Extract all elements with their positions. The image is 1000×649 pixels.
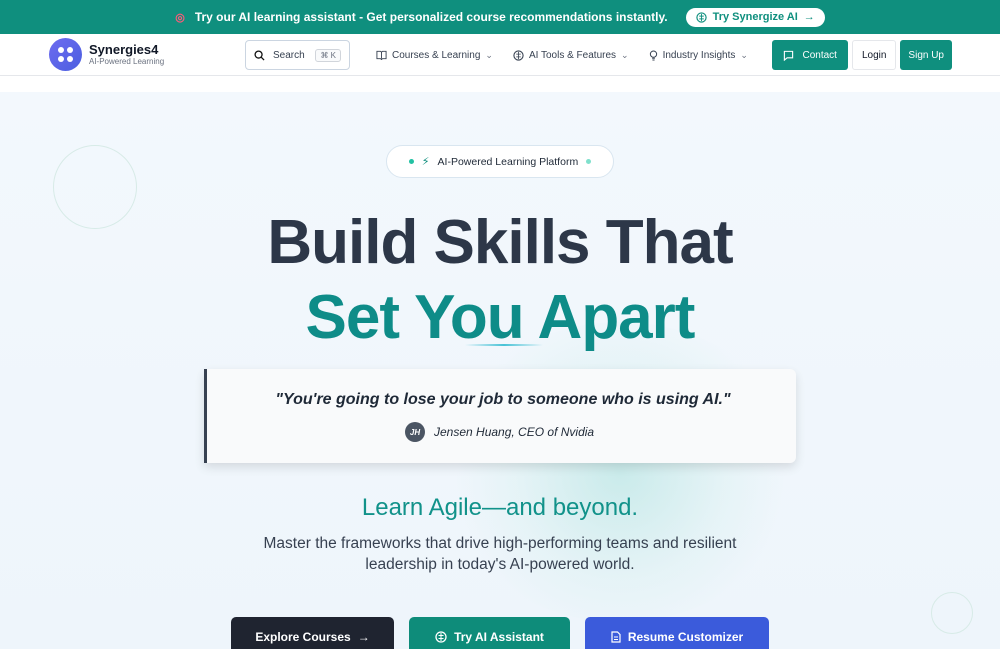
nav-courses-learning[interactable]: Courses & Learning ⌄ [376,50,493,61]
brand-tagline: AI-Powered Learning [89,57,165,66]
search-icon [254,49,265,61]
banner-text: Try our AI learning assistant - Get pers… [194,10,668,24]
hero-title-line2: Set You Apart [305,283,696,352]
ai-icon [695,11,707,23]
platform-badge-label: AI-Powered Learning Platform [437,155,579,168]
decorative-glow [440,322,800,622]
quote-attribution: JH Jensen Huang, CEO of Nvidia [405,422,594,442]
avatar: JH [405,422,425,442]
status-dot [586,159,592,164]
promo-banner: ◎ Try our AI learning assistant - Get pe… [0,0,1000,34]
signup-button[interactable]: Sign Up [900,40,952,70]
nav-label: AI Tools & Features [528,49,617,61]
brand-logo[interactable]: Synergies4 AI-Powered Learning [49,38,164,71]
explore-courses-button[interactable]: Explore Courses → [231,617,394,649]
platform-badge: ⚡︎ AI-Powered Learning Platform [386,145,614,178]
resume-customizer-label: Resume Customizer [627,630,744,644]
resume-customizer-button[interactable]: Resume Customizer [585,617,769,649]
explore-courses-label: Explore Courses [255,630,351,644]
try-synergize-label: Try Synergize AI [712,11,798,23]
try-ai-assistant-label: Try AI Assistant [454,630,544,644]
chevron-down-icon: ⌄ [485,49,493,60]
document-icon [611,631,621,643]
search-button[interactable]: Search ⌘ K [245,40,350,70]
nav-label: Industry Insights [662,49,736,61]
brand-name: Synergies4 [89,42,159,57]
nav-ai-tools[interactable]: AI Tools & Features ⌄ [513,50,629,61]
ai-icon [513,49,524,61]
hero-description: Master the frameworks that drive high-pe… [263,535,737,573]
ai-icon [435,631,447,643]
book-icon [376,50,387,60]
try-ai-assistant-button[interactable]: Try AI Assistant [409,617,570,649]
title-underline [465,344,543,346]
quote-text: "You're going to lose your job to someon… [275,391,731,408]
arrow-right-icon: → [357,630,370,644]
login-button[interactable]: Login [851,40,897,70]
lightbulb-icon [649,50,657,60]
logo-icon [49,38,82,71]
quote-card: "You're going to lose your job to someon… [204,369,796,463]
contact-button[interactable]: Contact [772,40,848,70]
search-shortcut: ⌘ K [315,48,341,62]
nav-industry-insights[interactable]: Industry Insights ⌄ [649,50,748,61]
nav-label: Courses & Learning [392,49,481,61]
chat-icon [784,50,794,61]
hero-title-line1: Build Skills That [267,208,733,277]
hero-section: ⚡︎ AI-Powered Learning Platform Build Sk… [0,92,1000,649]
chevron-down-icon: ⌄ [740,49,748,60]
hero-subtitle: Learn Agile—and beyond. [361,494,639,521]
chevron-down-icon: ⌄ [621,49,629,60]
decorative-circle [931,592,973,634]
search-label: Search [273,49,305,61]
arrow-right-icon: → [803,11,815,23]
target-icon: ◎ [175,11,185,24]
lightning-icon: ⚡︎ [421,156,430,168]
site-header: Synergies4 AI-Powered Learning Search ⌘ … [0,34,1000,76]
main-nav: Courses & Learning ⌄ AI Tools & Features… [376,34,748,76]
header-actions: Contact Login Sign Up [772,40,952,70]
attribution-text: Jensen Huang, CEO of Nvidia [434,425,595,439]
contact-label: Contact [802,49,837,61]
try-synergize-button[interactable]: Try Synergize AI → [685,7,825,27]
status-dot [408,159,414,164]
